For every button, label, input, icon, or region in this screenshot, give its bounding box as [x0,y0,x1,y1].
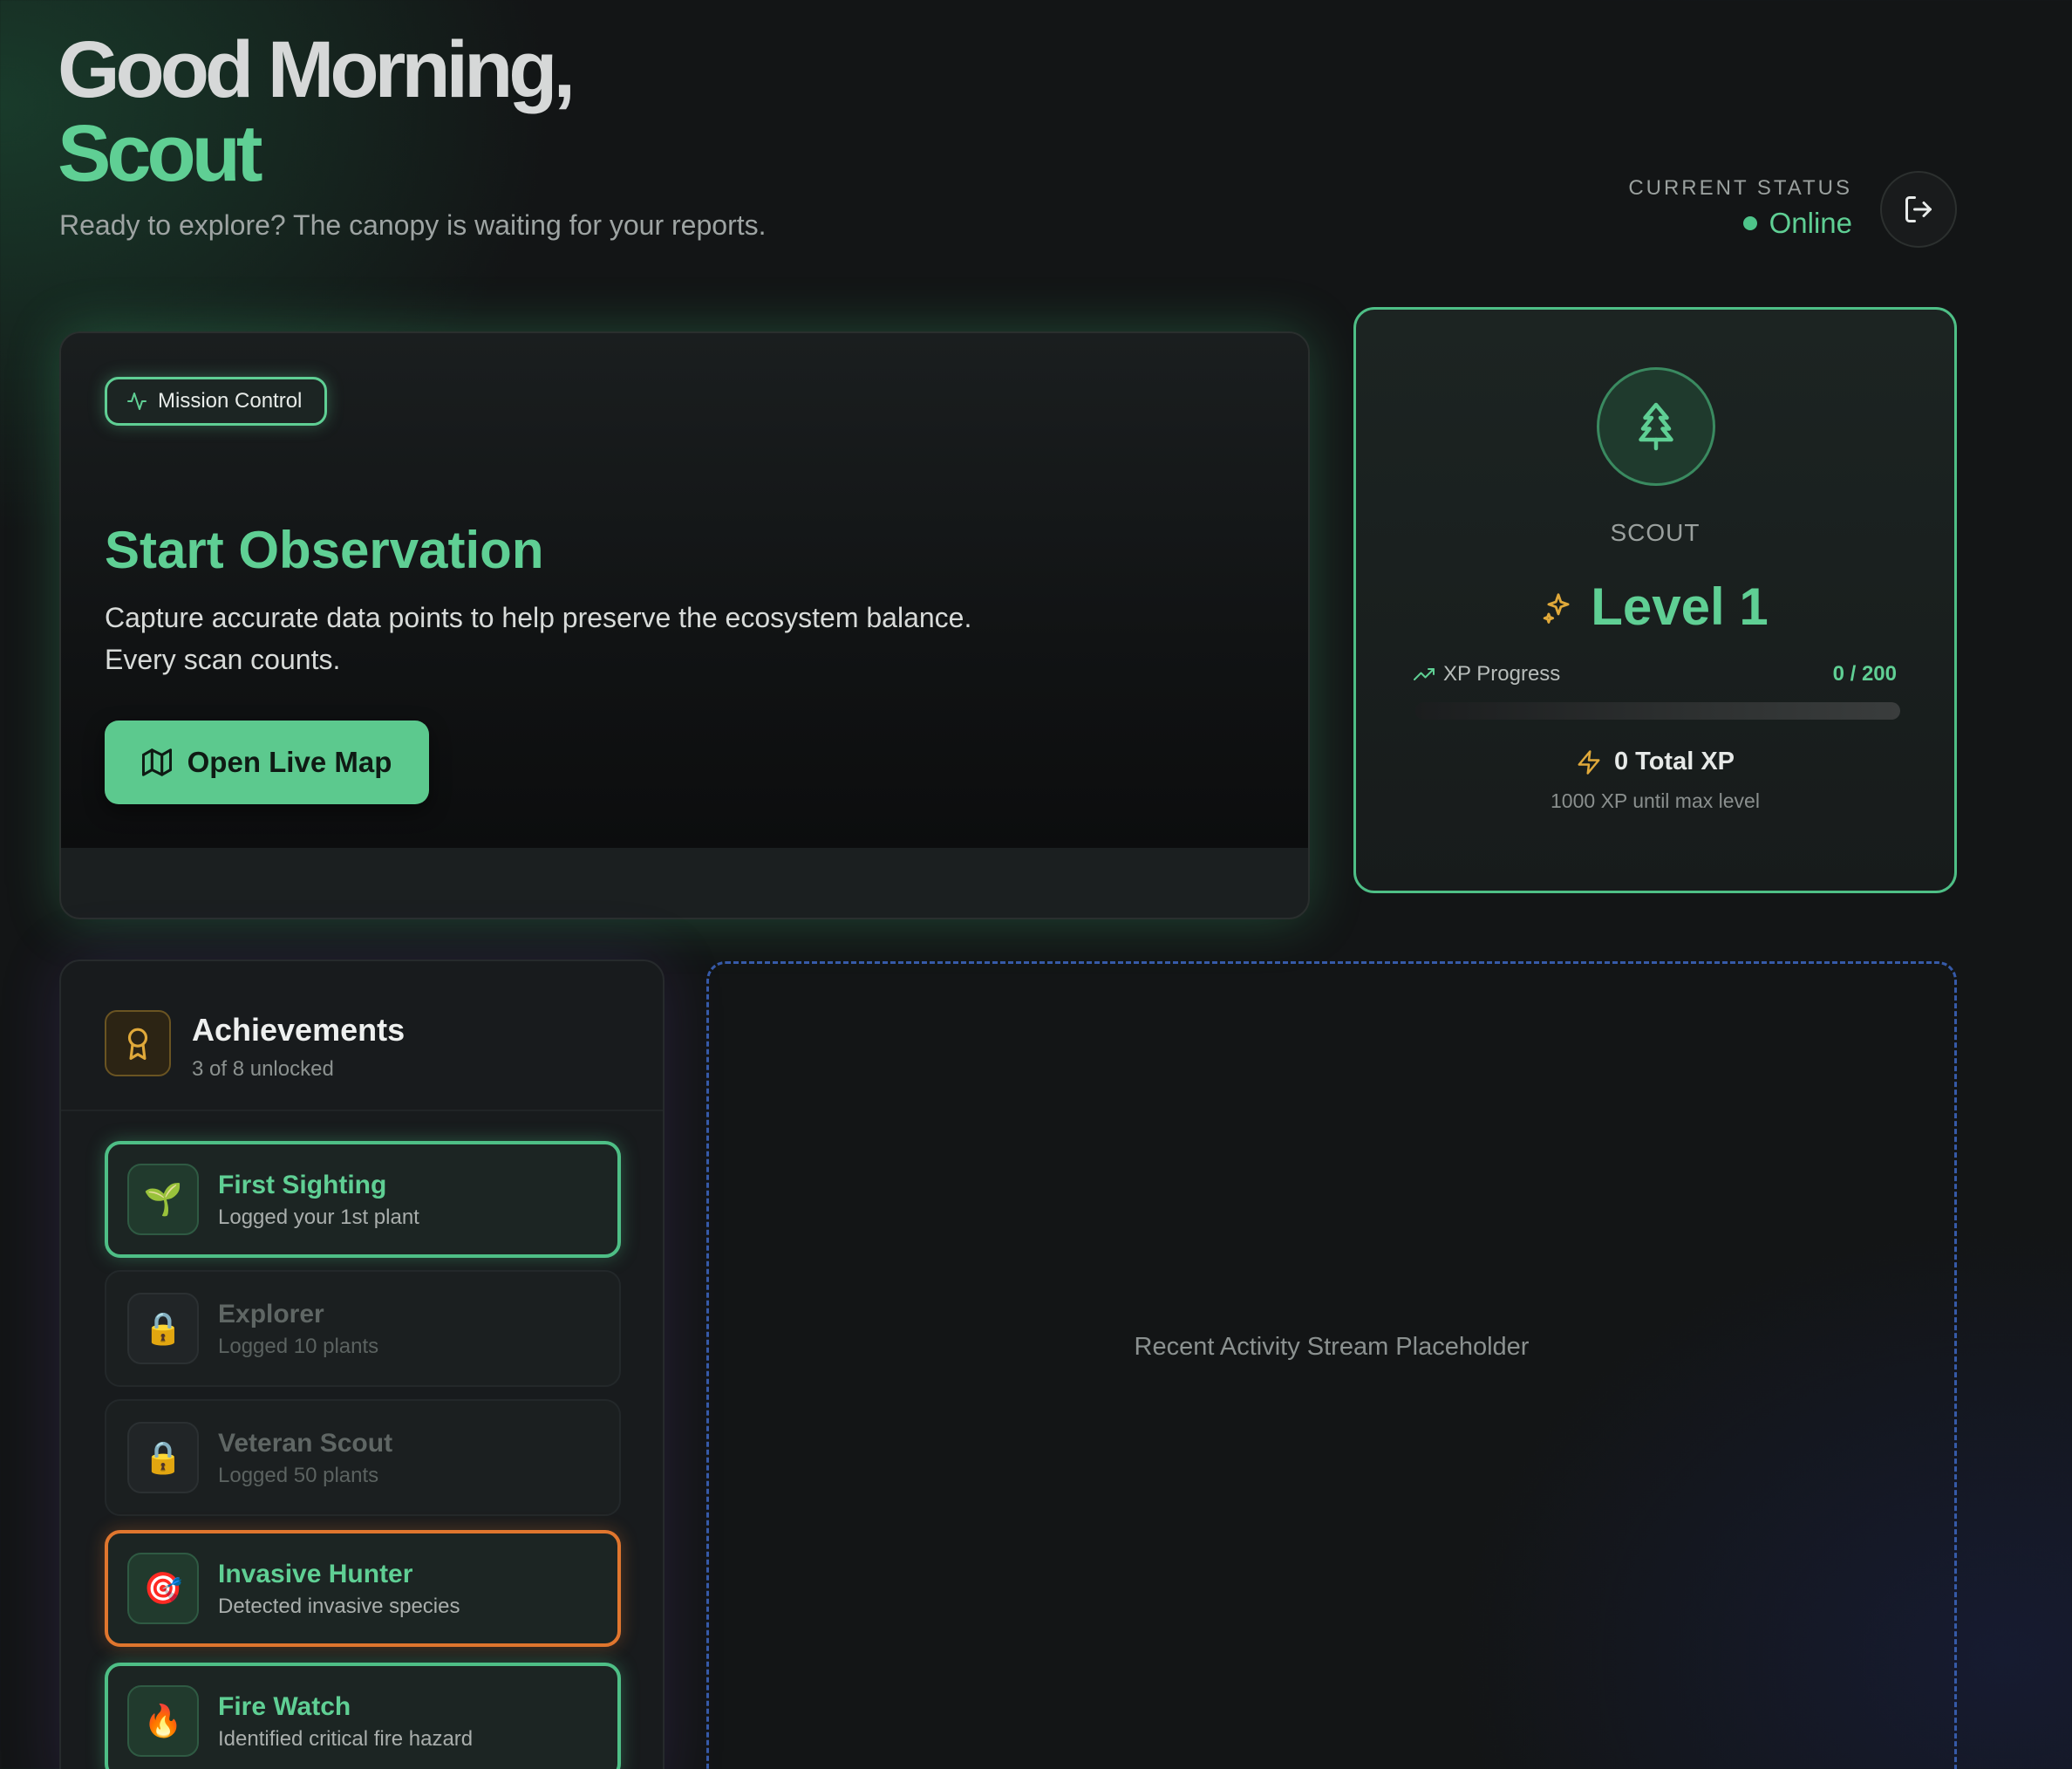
trending-up-icon [1414,668,1435,680]
status-dot [1742,216,1757,230]
achievement-name: Veteran Scout [218,1429,393,1458]
mission-title: Start Observation [105,521,544,579]
status-indicator: Online [1742,207,1852,240]
mission-panel: Mission Control Start Observation Captur… [61,333,1308,848]
achievements-title: Achievements [192,1012,406,1048]
level-display: Level 1 [1356,577,1954,637]
award-icon [127,1028,148,1060]
avatar [1597,367,1715,486]
xp-progress-text: XP Progress [1443,662,1561,686]
status-value: Online [1769,207,1852,239]
role-label: SCOUT [1610,519,1701,546]
recent-activity-placeholder: Recent Activity Stream Placeholder [706,961,1957,1769]
greeting-name: Scout [58,109,263,198]
mission-description-line: Capture accurate data points to help pre… [105,602,972,633]
xp-progress-label: XP Progress [1414,662,1560,686]
achievement-description: Identified critical fire hazard [218,1727,474,1751]
achievement-name: First Sighting [218,1171,387,1199]
open-live-map-button[interactable]: Open Live Map [105,721,429,804]
achievement-name: Invasive Hunter [218,1560,413,1588]
map-icon [141,748,172,776]
award-badge [105,1010,171,1076]
xp-until-max: 1000 XP until max level [1551,789,1760,812]
total-xp: 0 Total XP [1356,748,1954,776]
divider [61,1110,663,1111]
achievements-summary: 3 of 8 unlocked [192,1057,334,1081]
achievement-name: Explorer [218,1300,324,1328]
level-label: Level 1 [1591,577,1769,636]
mission-card: Mission Control Start Observation Captur… [59,331,1310,919]
mission-description: Capture accurate data points to help pre… [105,597,1064,680]
level-card: SCOUT Level 1 XP Progress 0 / 200 0 Tota… [1353,307,1957,893]
achievement-explorer[interactable]: 🔒 Explorer Logged 10 plants [105,1270,621,1387]
sparkles-icon [1544,592,1570,624]
logout-button[interactable] [1880,171,1957,248]
xp-progress-bar [1415,702,1900,720]
open-live-map-label: Open Live Map [187,746,392,778]
achievements-card: Achievements 3 of 8 unlocked 🌱 First Sig… [59,960,665,1769]
achievement-description: Logged 10 plants [218,1335,379,1358]
seedling-icon: 🌱 [127,1164,199,1235]
badge-label: Mission Control [158,389,303,413]
mission-description-line: Every scan counts. [105,644,341,675]
achievement-fire-watch[interactable]: 🔥 Fire Watch Identified critical fire ha… [105,1663,621,1769]
status-label: CURRENT STATUS [1628,176,1852,200]
tree-icon [1639,402,1673,451]
target-icon: 🎯 [127,1553,199,1624]
xp-count: 0 / 200 [1832,662,1897,686]
lock-icon: 🔒 [127,1293,199,1364]
greeting-subtitle: Ready to explore? The canopy is waiting … [59,209,767,241]
greeting-title: Good Morning, [58,25,576,114]
achievement-invasive-hunter[interactable]: 🎯 Invasive Hunter Detected invasive spec… [105,1530,621,1647]
achievement-description: Logged 50 plants [218,1464,379,1487]
lightning-icon [1578,749,1600,775]
achievement-description: Logged your 1st plant [218,1206,419,1229]
total-xp-value: 0 Total XP [1613,748,1735,775]
mission-control-badge: Mission Control [105,377,328,426]
fire-icon: 🔥 [127,1685,199,1757]
lock-icon: 🔒 [127,1422,199,1493]
logout-icon [1905,196,1932,222]
achievement-description: Detected invasive species [218,1595,460,1618]
achievement-veteran-scout[interactable]: 🔒 Veteran Scout Logged 50 plants [105,1399,621,1516]
achievement-first-sighting[interactable]: 🌱 First Sighting Logged your 1st plant [105,1141,621,1258]
activity-icon [127,393,147,410]
placeholder-text: Recent Activity Stream Placeholder [1134,1332,1530,1361]
achievement-name: Fire Watch [218,1692,351,1721]
